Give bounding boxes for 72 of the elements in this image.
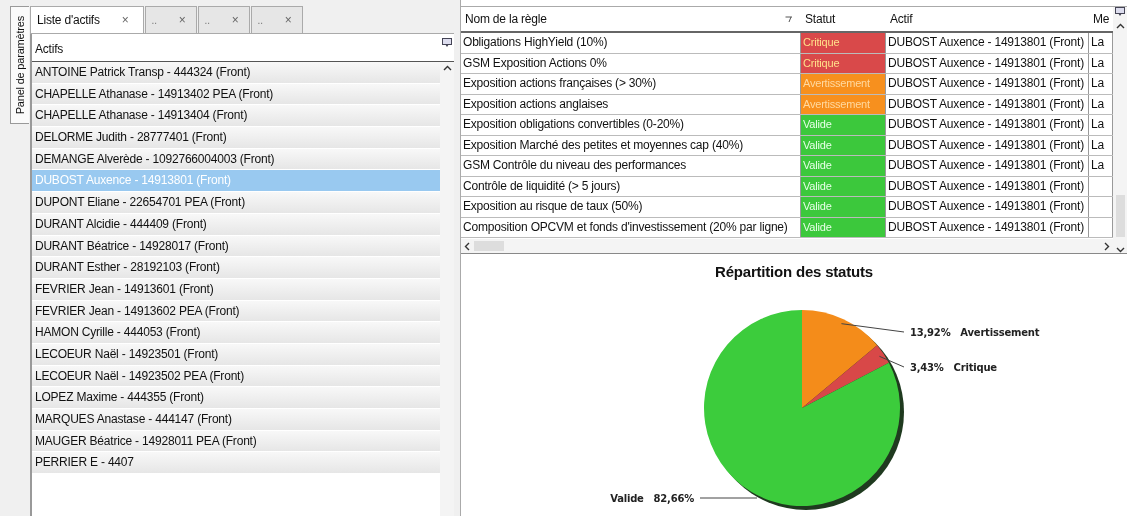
- status-cell: Valide: [801, 156, 886, 176]
- status-cell: Valide: [801, 197, 886, 217]
- table-cell: DUBOST Auxence - 14913801 (Front): [886, 53, 1089, 73]
- leader-line: [878, 355, 905, 368]
- tab-label: ..: [151, 14, 157, 26]
- asset-list-item[interactable]: PERRIER E - 4407: [31, 452, 440, 475]
- asset-list-item[interactable]: CHAPELLE Athanase - 14913404 (Front): [31, 105, 440, 128]
- document-tab[interactable]: .. ×: [250, 6, 303, 33]
- close-icon[interactable]: ×: [121, 13, 129, 27]
- table-cell: DUBOST Auxence - 14913801 (Front): [886, 94, 1089, 114]
- side-panel-tab[interactable]: Panel de paramètres: [10, 6, 29, 124]
- column-title: Nom de la règle: [465, 12, 547, 26]
- table-cell: DUBOST Auxence - 14913801 (Front): [886, 135, 1089, 155]
- asset-list-item[interactable]: DELORME Judith - 28777401 (Front): [31, 127, 440, 149]
- asset-list-item[interactable]: CHAPELLE Athanase - 14913402 PEA (Front): [31, 83, 440, 106]
- asset-list-item[interactable]: ANTOINE Patrick Transp - 444324 (Front): [31, 62, 440, 84]
- leader-line: [699, 497, 758, 499]
- scroll-up-icon[interactable]: [1115, 23, 1125, 29]
- tab-label: Liste d'actifs: [36, 13, 100, 27]
- status-cell: Valide: [801, 135, 886, 155]
- asset-list-item[interactable]: DURANT Alcidie - 444409 (Front): [31, 213, 440, 236]
- column-header[interactable]: Statut: [801, 7, 886, 31]
- column-chooser-icon[interactable]: [1115, 7, 1125, 17]
- scroll-up-icon[interactable]: [442, 65, 452, 71]
- status-cell: Avertissement: [801, 94, 886, 114]
- status-cell: Avertissement: [801, 74, 886, 94]
- table-cell: DUBOST Auxence - 14913801 (Front): [886, 176, 1089, 196]
- asset-list-item[interactable]: FEVRIER Jean - 14913601 (Front): [31, 278, 440, 301]
- close-icon[interactable]: ×: [284, 13, 292, 27]
- asset-list-item[interactable]: MAUGER Béatrice - 14928011 PEA (Front): [31, 430, 440, 453]
- slice-label: 13,92% Avertissement: [910, 327, 1040, 338]
- scroll-right-icon[interactable]: [1104, 241, 1110, 251]
- column-chooser-icon[interactable]: [442, 38, 452, 48]
- asset-list-item[interactable]: LOPEZ Maxime - 444355 (Front): [31, 387, 440, 409]
- table-cell: DUBOST Auxence - 14913801 (Front): [886, 115, 1089, 135]
- asset-list-item[interactable]: HAMON Cyrille - 444053 (Front): [31, 322, 440, 344]
- slice-label: Valide 82,66%: [610, 493, 694, 504]
- column-header[interactable]: Actifs: [34, 42, 64, 56]
- column-header[interactable]: Actif: [886, 7, 1089, 31]
- asset-list-item[interactable]: LECOEUR Naël - 14923501 (Front): [31, 343, 440, 366]
- chart-title: Répartition des statuts: [715, 263, 873, 280]
- table-cell: DUBOST Auxence - 14913801 (Front): [886, 197, 1089, 217]
- status-cell: Valide: [801, 176, 886, 196]
- table-cell: DUBOST Auxence - 14913801 (Front): [886, 74, 1089, 94]
- status-cell: Valide: [801, 115, 886, 135]
- asset-list-item[interactable]: MARQUES Anastase - 444147 (Front): [31, 409, 440, 431]
- table-cell: DUBOST Auxence - 14913801 (Front): [886, 217, 1089, 237]
- status-cell: Critique: [801, 33, 886, 53]
- asset-list-item[interactable]: DURANT Esther - 28192103 (Front): [31, 257, 440, 279]
- column-header[interactable]: Nom de la règle: [461, 7, 801, 31]
- asset-list-item[interactable]: DURANT Béatrice - 14928017 (Front): [31, 235, 440, 258]
- tab-label: ..: [257, 14, 263, 26]
- close-icon[interactable]: ×: [178, 13, 186, 27]
- asset-list-item[interactable]: DUPONT Eliane - 22654701 PEA (Front): [31, 192, 440, 214]
- scroll-left-icon[interactable]: [464, 241, 470, 251]
- scroll-down-icon[interactable]: [1115, 247, 1125, 253]
- status-cell: Valide: [801, 217, 886, 237]
- leader-line: [840, 323, 905, 333]
- filter-icon[interactable]: [785, 15, 793, 23]
- document-tab[interactable]: .. ×: [197, 6, 250, 33]
- table-cell: DUBOST Auxence - 14913801 (Front): [886, 156, 1089, 176]
- document-tab[interactable]: .. ×: [144, 6, 197, 33]
- slice-label: 3,43% Critique: [910, 362, 997, 373]
- asset-list-item[interactable]: LECOEUR Naël - 14923502 PEA (Front): [31, 365, 440, 388]
- tab-label: ..: [204, 14, 210, 26]
- column-header[interactable]: Me: [1089, 7, 1113, 31]
- document-tab[interactable]: Liste d'actifs ×: [29, 6, 144, 33]
- close-icon[interactable]: ×: [231, 13, 239, 27]
- table-cell: DUBOST Auxence - 14913801 (Front): [886, 33, 1089, 53]
- asset-list-item[interactable]: DEMANGE Alverède - 1092766004003 (Front): [31, 148, 440, 171]
- status-cell: Critique: [801, 53, 886, 73]
- asset-list-item[interactable]: FEVRIER Jean - 14913602 PEA (Front): [31, 300, 440, 323]
